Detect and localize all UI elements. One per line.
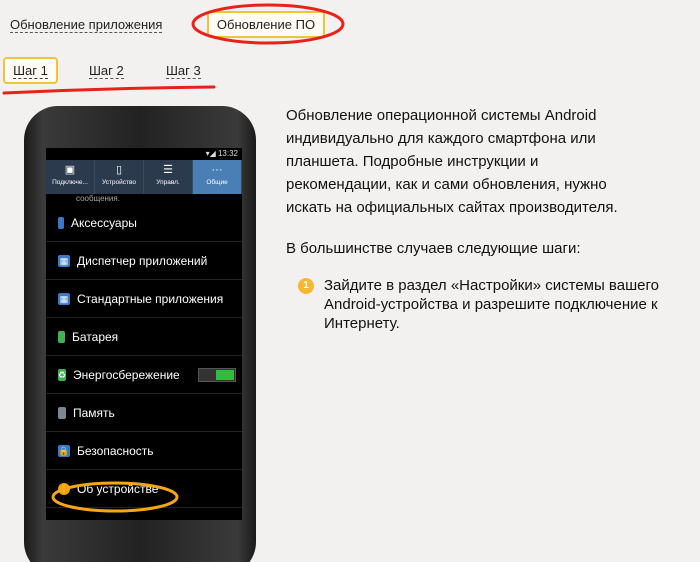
top-nav: Обновление приложения Обновление ПО — [0, 0, 700, 50]
steps-heading: В большинстве случаев следующие шаги: — [286, 240, 581, 257]
status-time: 13:32 — [217, 149, 238, 158]
energy-icon: ♻ — [58, 368, 67, 381]
settings-item-security[interactable]: 🔒 Безопасность — [46, 432, 242, 470]
settings-item-default-apps[interactable]: ▦ Стандартные приложения — [46, 280, 242, 318]
tab-controls[interactable]: ☰ Управл. — [144, 160, 193, 194]
phone-illustration: ▾◢ 13:32 ▣ Подключе... ▯ Устройство ☰ Уп… — [24, 106, 256, 562]
power-saving-toggle[interactable] — [198, 367, 236, 382]
phone-icon: ▯ — [115, 164, 123, 176]
tab-app-update[interactable]: Обновление приложения — [10, 17, 163, 33]
battery-icon — [58, 330, 65, 343]
step-text: Зайдите в раздел «Настройки» системы ваш… — [324, 277, 659, 332]
lock-icon: 🔒 — [58, 444, 70, 457]
memory-icon — [58, 406, 66, 419]
instructions: Обновление операционной системы Android … — [286, 104, 686, 333]
grid-icon: ▦ — [58, 254, 70, 267]
card-icon: ▣ — [64, 164, 76, 176]
grid-icon: ▦ — [58, 292, 70, 305]
red-highlight-oval — [191, 3, 345, 45]
settings-item-memory[interactable]: Память — [46, 394, 242, 432]
intro-paragraph: Обновление операционной системы Android … — [286, 107, 618, 216]
red-underline — [2, 85, 216, 95]
tab-general[interactable]: ··· Общие — [193, 160, 242, 194]
settings-item-accessories[interactable]: Аксессуары — [46, 204, 242, 242]
step-tabs: Шаг 1 Шаг 2 Шаг 3 — [0, 54, 260, 100]
tab-connections[interactable]: ▣ Подключе... — [46, 160, 95, 194]
orange-highlight-oval — [51, 481, 179, 513]
sliders-icon: ☰ — [163, 164, 173, 176]
settings-list: Аксессуары ▦ Диспетчер приложений ▦ Стан… — [46, 204, 242, 508]
phone-screen: ▾◢ 13:32 ▣ Подключе... ▯ Устройство ☰ Уп… — [46, 148, 242, 520]
wifi-icon: ▾◢ — [205, 149, 216, 158]
accessory-icon — [58, 216, 64, 229]
dots-icon: ··· — [211, 164, 223, 176]
settings-item-battery[interactable]: Батарея — [46, 318, 242, 356]
step-number-badge: 1 — [298, 278, 314, 294]
settings-item-power-saving[interactable]: ♻ Энергосбережение — [46, 356, 242, 394]
subtext: сообщения. — [76, 194, 120, 203]
status-bar: ▾◢ 13:32 — [46, 148, 242, 160]
tab-device[interactable]: ▯ Устройство — [95, 160, 144, 194]
settings-tabbar: ▣ Подключе... ▯ Устройство ☰ Управл. ···… — [46, 160, 242, 194]
step-item: 1 Зайдите в раздел «Настройки» системы в… — [286, 276, 686, 333]
settings-item-app-manager[interactable]: ▦ Диспетчер приложений — [46, 242, 242, 280]
